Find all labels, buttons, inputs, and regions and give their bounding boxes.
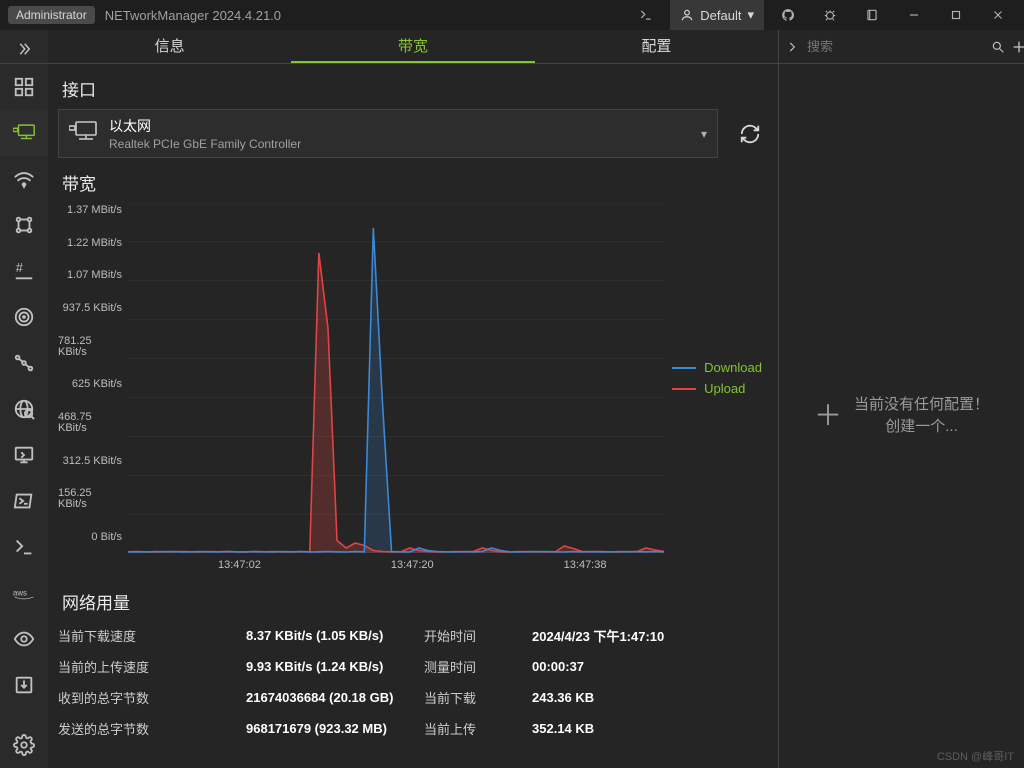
- tab-bandwidth[interactable]: 带宽: [291, 30, 534, 63]
- center-pane: 信息 带宽 配置 接口 以太网 Realtek PCIe GbE Family …: [48, 30, 778, 768]
- interface-dropdown[interactable]: 以太网 Realtek PCIe GbE Family Controller ▾: [58, 109, 718, 158]
- rail-item-wifi[interactable]: [0, 156, 48, 202]
- empty-line-1: 当前没有任何配置！: [854, 394, 989, 417]
- tab-config[interactable]: 配置: [535, 30, 778, 63]
- label-bytes-received: 收到的总字节数: [58, 688, 238, 707]
- add-button[interactable]: [1011, 37, 1024, 57]
- bandwidth-chart: 1.37 MBit/s 1.22 MBit/s 1.07 MBit/s 937.…: [58, 203, 768, 553]
- label-bytes-sent: 发送的总字节数: [58, 719, 238, 738]
- chevron-down-icon: ▾: [747, 7, 754, 23]
- svg-text:aws: aws: [13, 588, 27, 597]
- rail-item-ip-scanner[interactable]: [0, 202, 48, 248]
- rail-expand-button[interactable]: [0, 34, 48, 64]
- rail-item-visibility[interactable]: [0, 616, 48, 662]
- value-bytes-received: 21674036684 (20.18 GB): [246, 690, 416, 705]
- plus-icon: ＋: [814, 402, 842, 430]
- rail-item-remote-desktop[interactable]: [0, 432, 48, 478]
- value-current-upload: 9.93 KBit/s (1.24 KB/s): [246, 659, 416, 674]
- docs-icon[interactable]: [854, 0, 890, 30]
- empty-line-2: 创建一个...: [854, 416, 989, 439]
- value-current-dl: 243.36 KB: [532, 690, 732, 705]
- close-button[interactable]: [980, 0, 1016, 30]
- chart-legend: Download Upload: [672, 203, 768, 553]
- chart-x-axis: 13:47:02 13:47:20 13:47:38: [58, 559, 768, 571]
- rail-item-aws[interactable]: aws: [0, 570, 48, 616]
- maximize-button[interactable]: [938, 0, 974, 30]
- section-interface-title: 接口: [62, 76, 768, 101]
- titlebar: Administrator NETworkManager 2024.4.21.0…: [0, 0, 1024, 30]
- admin-badge: Administrator: [8, 6, 95, 24]
- rail-item-powershell[interactable]: [0, 478, 48, 524]
- bug-icon[interactable]: [812, 0, 848, 30]
- tabs: 信息 带宽 配置: [48, 30, 778, 64]
- interface-description: Realtek PCIe GbE Family Controller: [109, 137, 689, 151]
- section-bandwidth-title: 带宽: [62, 170, 768, 195]
- rail-item-settings[interactable]: [0, 722, 48, 768]
- tab-info[interactable]: 信息: [48, 30, 291, 63]
- value-measure-time: 00:00:37: [532, 659, 732, 674]
- chevron-down-icon: ▾: [701, 127, 707, 141]
- rail-item-export[interactable]: [0, 662, 48, 708]
- github-icon[interactable]: [770, 0, 806, 30]
- interface-name: 以太网: [109, 116, 689, 136]
- profile-dropdown[interactable]: Default ▾: [670, 0, 764, 30]
- rail-item-traceroute[interactable]: [0, 340, 48, 386]
- rail-item-dashboard[interactable]: [0, 64, 48, 110]
- profile-label: Default: [700, 8, 741, 23]
- empty-config-placeholder[interactable]: ＋ 当前没有任何配置！ 创建一个...: [779, 64, 1024, 768]
- refresh-button[interactable]: [732, 109, 768, 158]
- section-usage-title: 网络用量: [62, 589, 768, 614]
- rail-item-ping-monitor[interactable]: [0, 294, 48, 340]
- rail-item-dns-lookup[interactable]: [0, 386, 48, 432]
- chevron-right-icon[interactable]: [785, 37, 799, 57]
- chart-y-axis: 1.37 MBit/s 1.22 MBit/s 1.07 MBit/s 937.…: [58, 203, 128, 553]
- stats-grid: 当前下载速度 8.37 KBit/s (1.05 KB/s) 开始时间 2024…: [58, 626, 768, 738]
- search-icon[interactable]: [991, 37, 1005, 57]
- svg-text:#: #: [16, 260, 24, 275]
- label-current-download: 当前下载速度: [58, 626, 238, 645]
- value-bytes-sent: 968171679 (923.32 MB): [246, 721, 416, 736]
- value-start-time: 2024/4/23 下午1:47:10: [532, 626, 732, 645]
- user-icon: [680, 8, 694, 22]
- value-current-download: 8.37 KBit/s (1.05 KB/s): [246, 628, 416, 643]
- watermark: CSDN @峰哥IT: [937, 748, 1014, 764]
- right-panel: ＋ 当前没有任何配置！ 创建一个...: [778, 30, 1024, 768]
- ethernet-icon: [69, 121, 97, 146]
- search-input[interactable]: [805, 38, 985, 55]
- rail-item-port-scanner[interactable]: #: [0, 248, 48, 294]
- value-current-ul: 352.14 KB: [532, 721, 732, 736]
- label-current-upload: 当前的上传速度: [58, 657, 238, 676]
- label-start-time: 开始时间: [424, 626, 524, 645]
- sidebar-rail: # aws: [0, 30, 48, 768]
- label-current-ul: 当前上传: [424, 719, 524, 738]
- legend-download: Download: [704, 360, 762, 375]
- rail-item-network-interface[interactable]: [0, 110, 48, 156]
- label-measure-time: 测量时间: [424, 657, 524, 676]
- rail-item-putty[interactable]: [0, 524, 48, 570]
- label-current-dl: 当前下载: [424, 688, 524, 707]
- legend-upload: Upload: [704, 381, 745, 396]
- app-title: NETworkManager 2024.4.21.0: [105, 8, 281, 23]
- terminal-icon[interactable]: [628, 0, 664, 30]
- chart-canvas: [128, 203, 664, 553]
- minimize-button[interactable]: [896, 0, 932, 30]
